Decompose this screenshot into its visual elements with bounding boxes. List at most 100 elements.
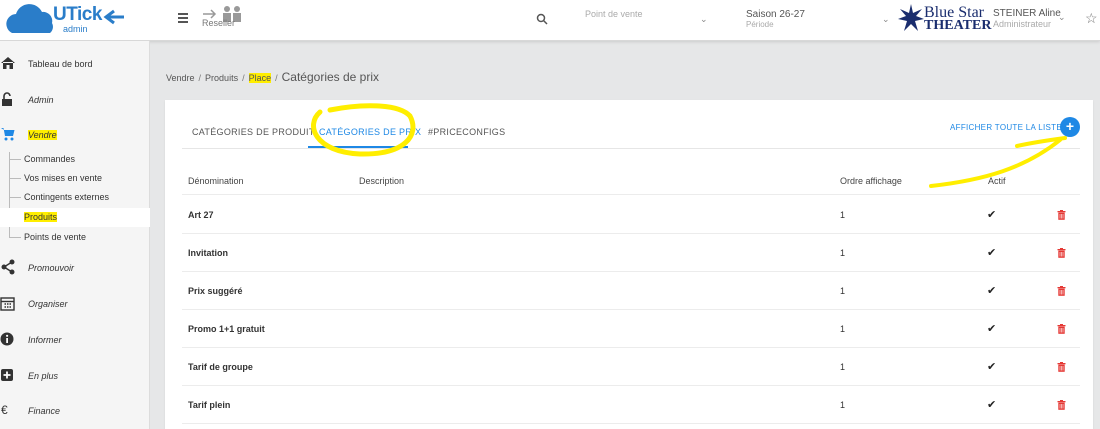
chevron-down-icon[interactable]: ⌄ — [1058, 12, 1066, 23]
sidebar-item-organiser[interactable]: Organiser — [0, 289, 150, 319]
row-name: Tarif plein — [188, 400, 231, 410]
sidebar-item-label: Vendre — [28, 130, 57, 140]
reseller-label: Reseller — [202, 18, 236, 28]
page-title: Catégories de prix — [281, 70, 380, 84]
menu-toggle-icon[interactable] — [178, 13, 188, 23]
breadcrumb-item-place[interactable]: Place — [248, 73, 272, 83]
chevron-down-icon[interactable]: ⌄ — [882, 14, 890, 25]
sidebar-subitem-label: Vos mises en vente — [24, 173, 103, 183]
sidebar-item-label: Organiser — [28, 299, 68, 309]
sidebar-item-finance[interactable]: € Finance — [0, 396, 150, 426]
breadcrumb-separator: / — [275, 73, 278, 83]
sidebar-subitem-label: Contingents externes — [24, 192, 110, 202]
active-check-icon: ✔ — [987, 323, 997, 335]
user-name[interactable]: STEINER Aline — [993, 8, 1061, 19]
trash-icon[interactable] — [1057, 210, 1066, 220]
row-name: Invitation — [188, 248, 228, 258]
sidebar-subitem-produits[interactable]: Produits — [0, 208, 150, 227]
show-all-link[interactable]: AFFICHER TOUTE LA LISTE — [950, 123, 1062, 132]
cart-icon — [1, 128, 15, 141]
breadcrumb: Vendre / Produits / Place / Catégories d… — [166, 70, 379, 84]
sidebar-subitem-vos-mises-en-vente[interactable]: Vos mises en vente — [0, 169, 150, 188]
sidebar-item-label: Tableau de bord — [28, 59, 93, 69]
row-order: 1 — [840, 324, 846, 334]
row-order: 1 — [840, 286, 846, 296]
calendar-icon — [0, 297, 15, 311]
row-divider — [182, 271, 1080, 272]
sidebar-subitem-label: Produits — [24, 212, 58, 222]
breadcrumb-item-vendre[interactable]: Vendre — [166, 73, 195, 83]
tab-categories-de-produit[interactable]: CATÉGORIES DE PRODUIT — [192, 127, 315, 137]
share-icon — [1, 259, 15, 275]
trash-icon[interactable] — [1057, 400, 1066, 410]
row-divider — [182, 385, 1080, 386]
content-card: CATÉGORIES DE PRODUIT CATÉGORIES DE PRIX… — [165, 100, 1093, 429]
active-check-icon: ✔ — [987, 209, 997, 221]
point-de-vente-select[interactable]: Point de vente — [585, 9, 643, 19]
active-check-icon: ✔ — [987, 285, 997, 297]
row-order: 1 — [840, 400, 846, 410]
sidebar-subitem-label: Commandes — [24, 154, 76, 164]
plus-square-icon — [1, 369, 13, 381]
sidebar-subitem-points-de-vente[interactable]: Points de vente — [0, 228, 150, 247]
top-bar: UTick admin Reseller Point de vente ⌄ Sa… — [0, 0, 1100, 41]
row-order: 1 — [840, 362, 846, 372]
column-header-description[interactable]: Description — [359, 176, 404, 186]
breadcrumb-separator: / — [198, 73, 202, 83]
add-button[interactable]: + — [1060, 117, 1080, 137]
sidebar-item-en-plus[interactable]: En plus — [0, 361, 150, 391]
breadcrumb-separator: / — [242, 73, 245, 83]
logo-subtitle: admin — [63, 24, 88, 34]
unlock-icon — [2, 92, 12, 106]
chevron-down-icon[interactable]: ⌄ — [700, 14, 708, 25]
sidebar-item-label: Promouvoir — [28, 263, 75, 273]
euro-icon: € — [1, 403, 8, 417]
trash-icon[interactable] — [1057, 324, 1066, 334]
sidebar-item-label: Informer — [28, 335, 62, 345]
row-name: Art 27 — [188, 210, 214, 220]
sidebar-subitem-commandes[interactable]: Commandes — [0, 150, 150, 169]
row-divider — [182, 309, 1080, 310]
sidebar: Tableau de bord Admin Vendre Commandes V… — [0, 41, 150, 429]
column-header-actif[interactable]: Actif — [988, 176, 1006, 186]
trash-icon[interactable] — [1057, 286, 1066, 296]
row-order: 1 — [840, 248, 846, 258]
sidebar-item-vendre[interactable]: Vendre — [0, 120, 150, 150]
table-header-divider — [182, 194, 1080, 195]
org-logo-line2: THEATER — [924, 18, 992, 33]
sidebar-item-label: Admin — [28, 95, 54, 105]
row-divider — [182, 233, 1080, 234]
home-icon — [1, 57, 15, 69]
sidebar-item-label: En plus — [28, 371, 59, 381]
sidebar-item-admin[interactable]: Admin — [0, 85, 150, 115]
row-order: 1 — [840, 210, 846, 220]
season-select[interactable]: Saison 26-27 — [746, 9, 805, 20]
season-label: Période — [746, 20, 774, 29]
trash-icon[interactable] — [1057, 248, 1066, 258]
breadcrumb-item-produits[interactable]: Produits — [205, 73, 238, 83]
user-role: Administrateur — [993, 19, 1052, 29]
active-check-icon: ✔ — [987, 247, 997, 259]
column-header-denomination[interactable]: Dénomination — [188, 176, 244, 186]
tab-divider — [182, 148, 1080, 149]
sidebar-subitem-label: Points de vente — [24, 232, 87, 242]
row-name: Promo 1+1 gratuit — [188, 324, 265, 334]
info-icon — [0, 332, 14, 346]
tab-categories-de-prix[interactable]: CATÉGORIES DE PRIX — [319, 127, 421, 137]
favorite-star-icon[interactable]: ☆ — [1085, 10, 1098, 27]
column-header-ordre-affichage[interactable]: Ordre affichage — [840, 176, 902, 186]
row-name: Prix suggéré — [188, 286, 243, 296]
sidebar-item-informer[interactable]: Informer — [0, 325, 150, 355]
trash-icon[interactable] — [1057, 362, 1066, 372]
sidebar-subitem-contingents-externes[interactable]: Contingents externes — [0, 188, 150, 207]
logo-text: UTick — [53, 4, 102, 25]
search-icon[interactable] — [536, 13, 548, 25]
star-burst-icon — [898, 4, 924, 31]
row-divider — [182, 347, 1080, 348]
sidebar-item-tableau-de-bord[interactable]: Tableau de bord — [0, 49, 150, 79]
sidebar-item-promouvoir[interactable]: Promouvoir — [0, 253, 150, 283]
sidebar-item-label: Finance — [28, 406, 61, 416]
row-divider — [182, 423, 1080, 424]
active-check-icon: ✔ — [987, 399, 997, 411]
tab-priceconfigs[interactable]: #PRICECONFIGS — [428, 127, 505, 137]
